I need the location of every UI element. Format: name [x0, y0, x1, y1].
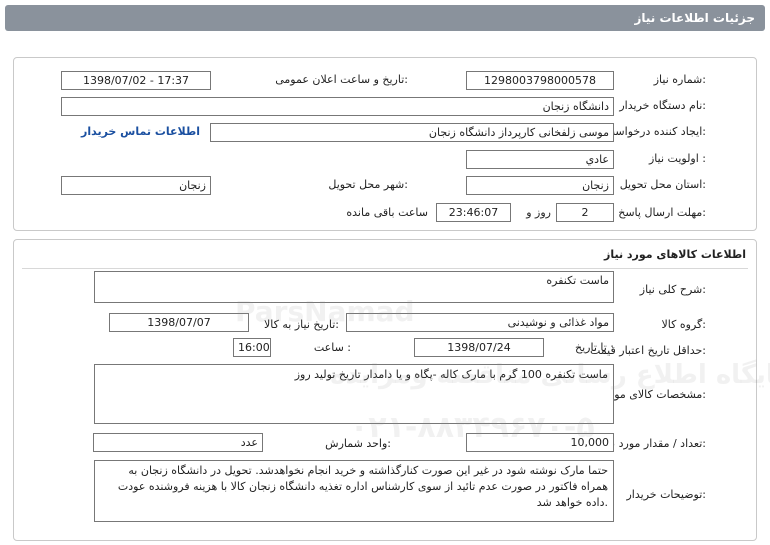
hour-field[interactable]: 16:00: [233, 338, 271, 357]
province-label: استان محل تحویل:: [619, 178, 706, 191]
buyer-notes-label: توضیحات خریدار:: [626, 488, 707, 501]
time-left-suffix: ساعت باقی مانده: [346, 206, 428, 219]
days-suffix: روز و: [526, 206, 551, 219]
to-date-label: تا تاریخ :: [575, 341, 614, 354]
time-left-field[interactable]: 23:46:07: [436, 203, 511, 222]
goods-group-label: گروه کالا:: [661, 318, 706, 331]
general-desc-label: شرح کلی نیاز:: [639, 283, 706, 296]
to-date-field[interactable]: 1398/07/24: [414, 338, 544, 357]
section-divider: [22, 268, 748, 269]
creator-field[interactable]: موسی زلفخانی کارپرداز دانشگاه زنجان: [210, 123, 614, 142]
goods-group-field[interactable]: مواد غذائی و نوشیدنی: [346, 313, 614, 332]
buyer-notes-field[interactable]: حتما مارک نوشته شود در غیر این صورت کنار…: [94, 460, 614, 522]
hour-label: ساعت :: [313, 341, 351, 354]
goods-section-title: اطلاعات کالاهای مورد نیاز: [604, 248, 746, 261]
general-desc-field[interactable]: ماست تکنفره: [94, 271, 614, 303]
priority-field[interactable]: عادي: [466, 150, 614, 169]
unit-label: واحد شمارش:: [325, 437, 391, 450]
goods-info-panel: اطلاعات کالاهای مورد نیاز شرح کلی نیاز: …: [13, 239, 757, 541]
priority-label: اولویت نیاز :: [648, 152, 706, 165]
goods-specs-field[interactable]: ماست تکنفره 100 گرم با مارک کاله -پگاه و…: [94, 364, 614, 424]
creator-label: ایجاد کننده درخواست:: [604, 125, 706, 138]
deadline-label: مهلت ارسال پاسخ:: [618, 206, 706, 219]
quantity-label: تعداد / مقدار مورد نیاز:: [600, 437, 706, 450]
city-label: شهر محل تحویل:: [328, 178, 408, 191]
announce-datetime-label: تاریخ و ساعت اعلان عمومی:: [275, 73, 408, 86]
quantity-field[interactable]: 10,000: [466, 433, 614, 452]
announce-datetime-field[interactable]: 1398/07/02 - 17:37: [61, 71, 211, 90]
province-field[interactable]: زنجان: [466, 176, 614, 195]
buyer-org-field[interactable]: دانشگاه زنجان: [61, 97, 614, 116]
page-header: جزئیات اطلاعات نیاز: [5, 5, 765, 31]
buyer-org-label: نام دستگاه خریدار:: [619, 99, 706, 112]
city-field[interactable]: زنجان: [61, 176, 211, 195]
need-number-label: شماره نیاز:: [653, 73, 706, 86]
need-info-panel: شماره نیاز: 1298003798000578 تاریخ و ساع…: [13, 57, 757, 231]
unit-field[interactable]: عدد: [93, 433, 263, 452]
page-title: جزئیات اطلاعات نیاز: [634, 11, 755, 25]
need-date-field[interactable]: 1398/07/07: [109, 313, 249, 332]
need-number-field[interactable]: 1298003798000578: [466, 71, 614, 90]
buyer-contact-link[interactable]: اطلاعات تماس خریدار: [81, 125, 200, 138]
days-field[interactable]: 2: [556, 203, 614, 222]
need-date-label: تاریخ نیاز به کالا:: [264, 318, 339, 331]
